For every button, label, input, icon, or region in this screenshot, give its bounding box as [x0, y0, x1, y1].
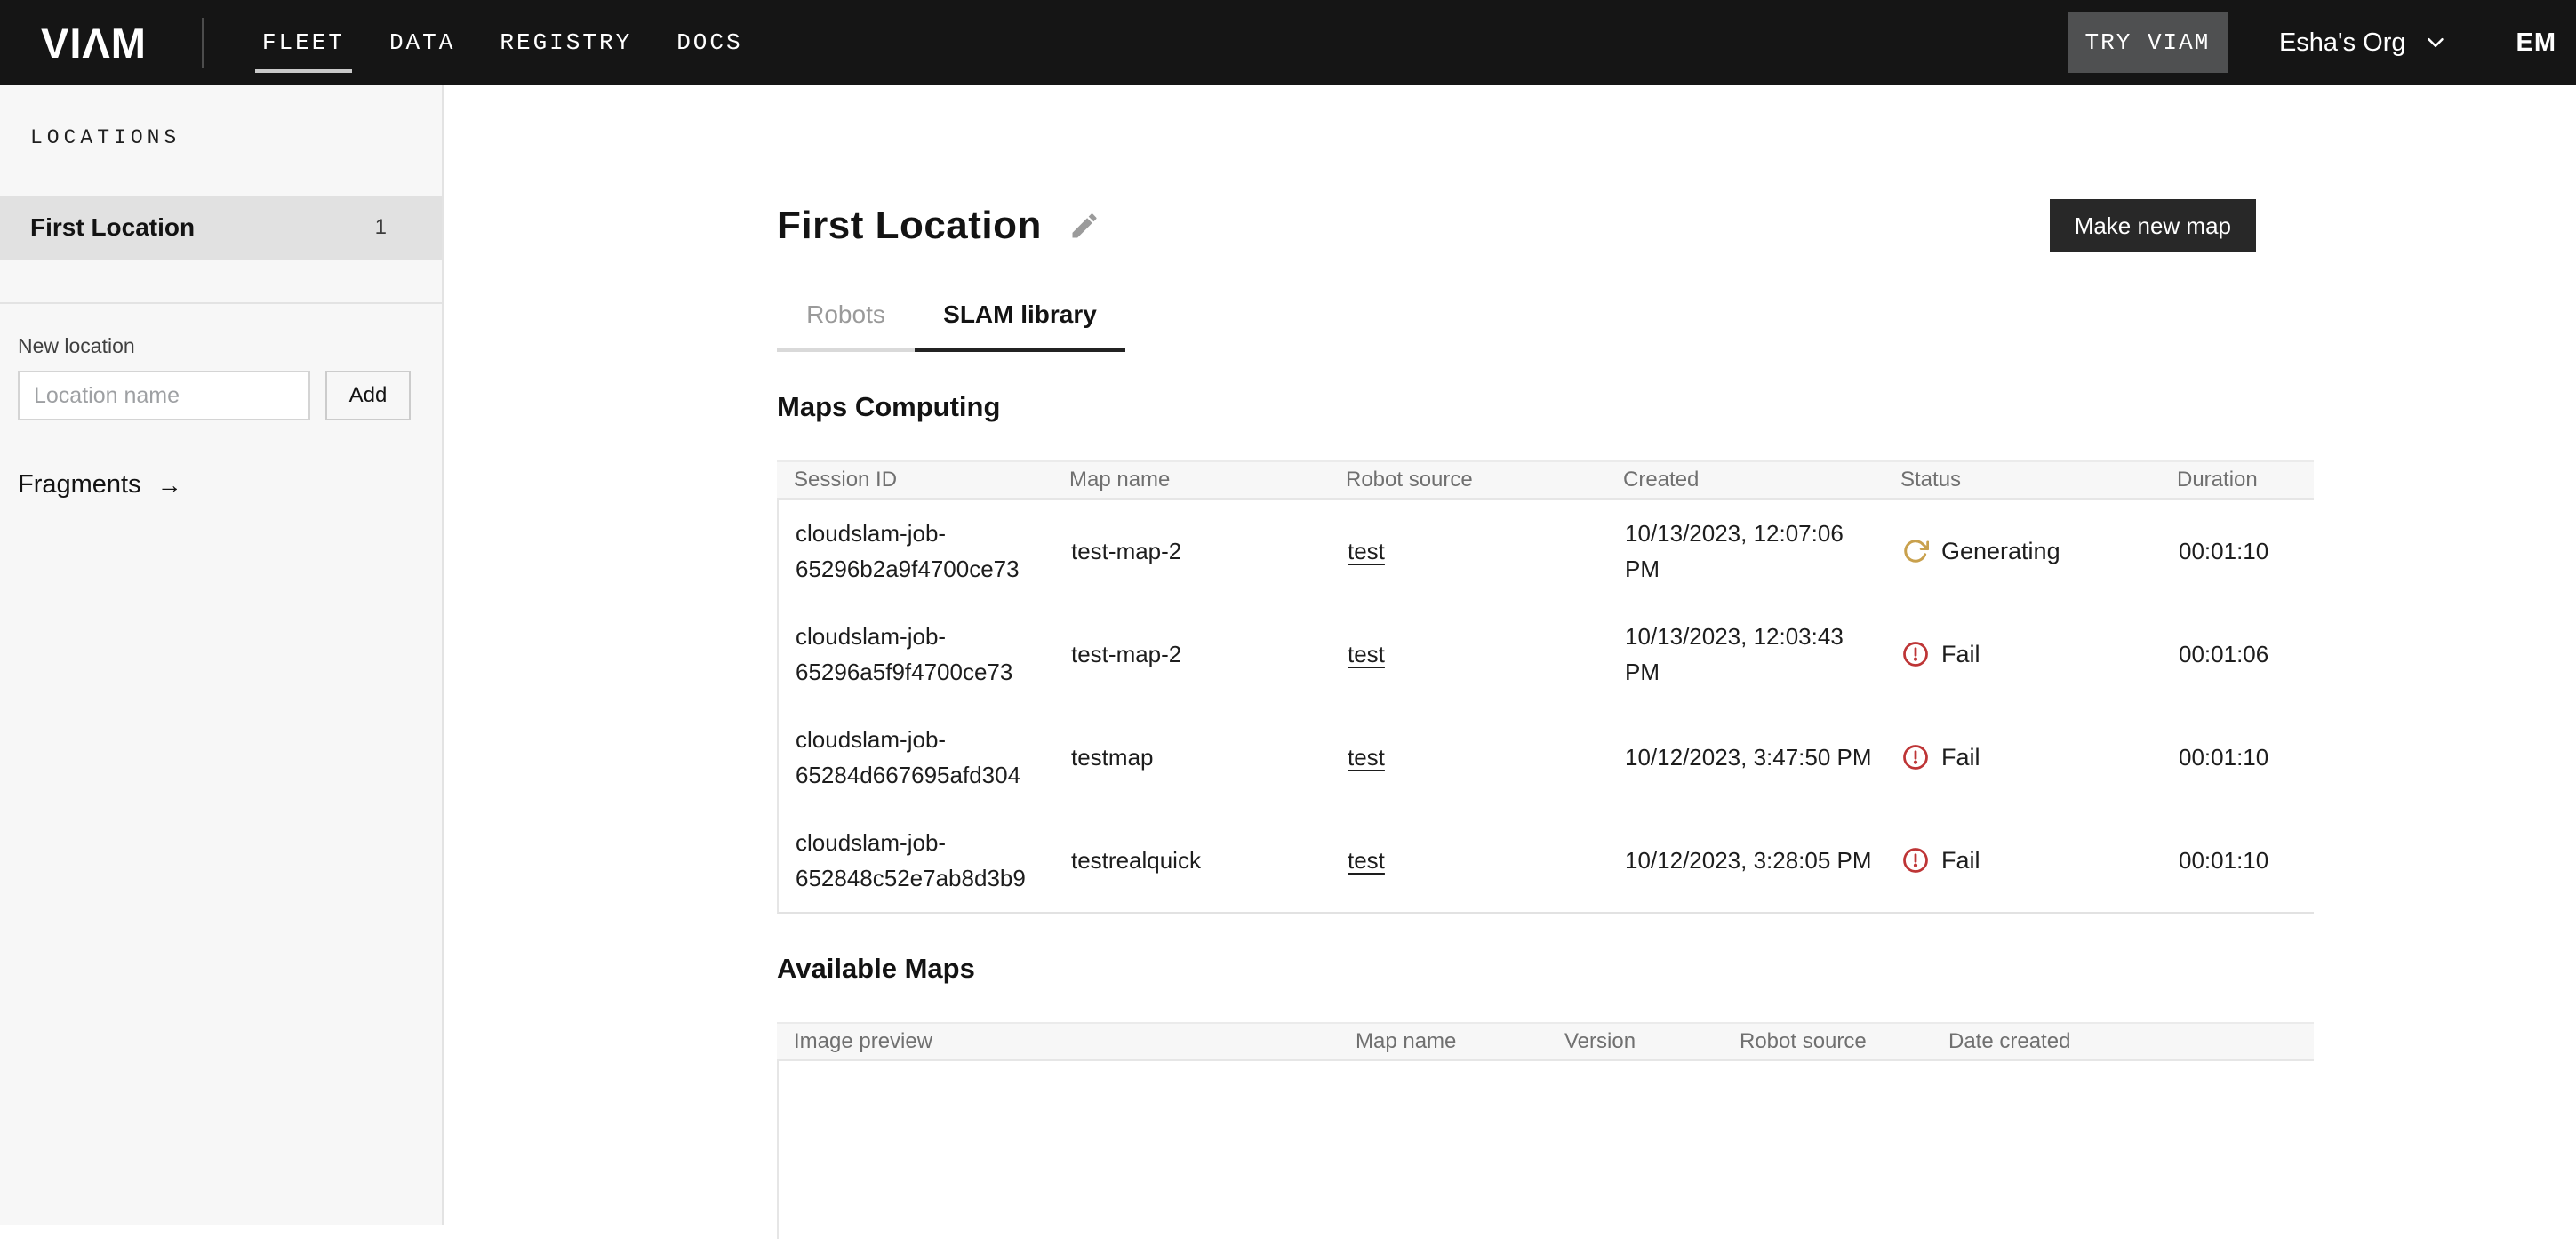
cell-duration: 00:01:10: [2162, 739, 2314, 775]
col-image-preview: Image preview: [777, 1029, 1339, 1054]
refresh-icon: [1902, 538, 1929, 564]
viam-logo[interactable]: VIΛM: [41, 19, 147, 68]
nav-item-fleet[interactable]: FLEET: [262, 0, 345, 85]
col-duration: Duration: [2160, 468, 2314, 492]
cell-duration: 00:01:06: [2162, 636, 2314, 672]
available-maps-header-row: Image preview Map name Version Robot sou…: [777, 1022, 2314, 1061]
top-nav: VIΛM FLEET DATA REGISTRY DOCS TRY VIAM E…: [0, 0, 2576, 85]
cell-created: 10/12/2023, 3:47:50 PM: [1625, 739, 1872, 775]
col-robot-source: Robot source: [1329, 468, 1606, 492]
col-created: Created: [1606, 468, 1884, 492]
cell-session-id: cloudslam-job-652848c52e7ab8d3b9: [779, 825, 1054, 896]
cell-map-name: testrealquick: [1054, 843, 1331, 878]
locations-heading: LOCATIONS: [30, 126, 442, 149]
table-row: cloudslam-job-65296b2a9f4700ce73 test-ma…: [779, 500, 2314, 603]
maps-computing-body: cloudslam-job-65296b2a9f4700ce73 test-ma…: [777, 500, 2314, 914]
alert-circle-icon: [1902, 847, 1929, 874]
chevron-down-icon: [2422, 29, 2449, 56]
locations-sidebar: LOCATIONS First Location 1 New location …: [0, 85, 444, 1225]
cell-created: 10/13/2023, 12:07:06 PM: [1625, 516, 1878, 587]
pencil-icon: [1068, 210, 1100, 242]
cell-duration: 00:01:10: [2162, 843, 2314, 878]
tab-bar: Robots SLAM library: [777, 300, 2314, 352]
cell-duration: 00:01:10: [2162, 533, 2314, 569]
robot-source-link[interactable]: test: [1348, 744, 1385, 771]
status-label: Fail: [1941, 739, 1980, 775]
maps-computing-heading: Maps Computing: [777, 391, 2314, 423]
user-avatar[interactable]: EM: [2516, 28, 2557, 58]
org-switcher[interactable]: Esha's Org: [2279, 28, 2449, 58]
col-map-name: Map name: [1339, 1029, 1548, 1054]
col-status: Status: [1884, 468, 2160, 492]
sidebar-divider: [0, 302, 442, 304]
nav-item-docs[interactable]: DOCS: [676, 0, 742, 85]
nav-left: VIΛM FLEET DATA REGISTRY DOCS: [0, 0, 743, 85]
page-title: First Location: [777, 204, 1042, 248]
add-location-button[interactable]: Add: [325, 371, 411, 420]
alert-circle-icon: [1902, 641, 1929, 667]
location-name: First Location: [30, 213, 195, 242]
alert-circle-icon: [1902, 744, 1929, 771]
nav-divider: [202, 18, 204, 68]
status-label: Fail: [1941, 636, 1980, 672]
new-location-form: New location Add: [18, 334, 442, 420]
available-maps-empty-body: [777, 1061, 2314, 1239]
col-session-id: Session ID: [777, 468, 1052, 492]
cell-created: 10/12/2023, 3:28:05 PM: [1625, 843, 1872, 878]
maps-computing-table: Session ID Map name Robot source Created…: [777, 460, 2314, 914]
make-new-map-button[interactable]: Make new map: [2050, 199, 2256, 252]
cell-map-name: test-map-2: [1054, 533, 1331, 569]
cell-map-name: testmap: [1054, 739, 1331, 775]
nav-item-data[interactable]: DATA: [389, 0, 455, 85]
nav-item-registry[interactable]: REGISTRY: [500, 0, 632, 85]
cell-session-id: cloudslam-job-65296a5f9f4700ce73: [779, 619, 1054, 690]
title-row: First Location Make new map: [777, 199, 2314, 252]
nav-right: TRY VIAM Esha's Org EM: [2068, 12, 2576, 73]
tab-robots[interactable]: Robots: [777, 300, 915, 352]
table-row: cloudslam-job-65296a5f9f4700ce73 test-ma…: [779, 603, 2314, 706]
cell-map-name: test-map-2: [1054, 636, 1331, 672]
status-label: Fail: [1941, 843, 1980, 878]
robot-source-link[interactable]: test: [1348, 641, 1385, 667]
col-robot-source: Robot source: [1723, 1029, 1932, 1054]
table-row: cloudslam-job-65284d667695afd304 testmap…: [779, 706, 2314, 809]
col-version: Version: [1548, 1029, 1723, 1054]
cell-session-id: cloudslam-job-65296b2a9f4700ce73: [779, 516, 1054, 587]
fragments-label: Fragments: [18, 470, 141, 500]
location-robot-count: 1: [375, 215, 387, 240]
fragments-link[interactable]: Fragments →: [18, 470, 182, 500]
sidebar-item-first-location[interactable]: First Location 1: [0, 196, 442, 260]
try-viam-button[interactable]: TRY VIAM: [2068, 12, 2228, 73]
robot-source-link[interactable]: test: [1348, 538, 1385, 564]
robot-source-link[interactable]: test: [1348, 847, 1385, 874]
new-location-label: New location: [18, 334, 442, 358]
edit-location-name-button[interactable]: [1068, 210, 1100, 242]
arrow-right-icon: →: [157, 471, 182, 500]
maps-computing-header-row: Session ID Map name Robot source Created…: [777, 460, 2314, 500]
available-maps-heading: Available Maps: [777, 953, 2314, 985]
status-label: Generating: [1941, 533, 2060, 569]
col-date-created: Date created: [1932, 1029, 2314, 1054]
org-name: Esha's Org: [2279, 28, 2406, 58]
available-maps-table: Image preview Map name Version Robot sou…: [777, 1022, 2314, 1239]
table-row: cloudslam-job-652848c52e7ab8d3b9 testrea…: [779, 809, 2314, 912]
main-content: First Location Make new map Robots SLAM …: [444, 85, 2576, 1225]
location-name-input[interactable]: [18, 371, 310, 420]
cell-created: 10/13/2023, 12:03:43 PM: [1625, 619, 1878, 690]
cell-session-id: cloudslam-job-65284d667695afd304: [779, 722, 1054, 793]
col-map-name: Map name: [1052, 468, 1329, 492]
primary-nav: FLEET DATA REGISTRY DOCS: [262, 0, 743, 85]
tab-slam-library[interactable]: SLAM library: [915, 300, 1125, 352]
